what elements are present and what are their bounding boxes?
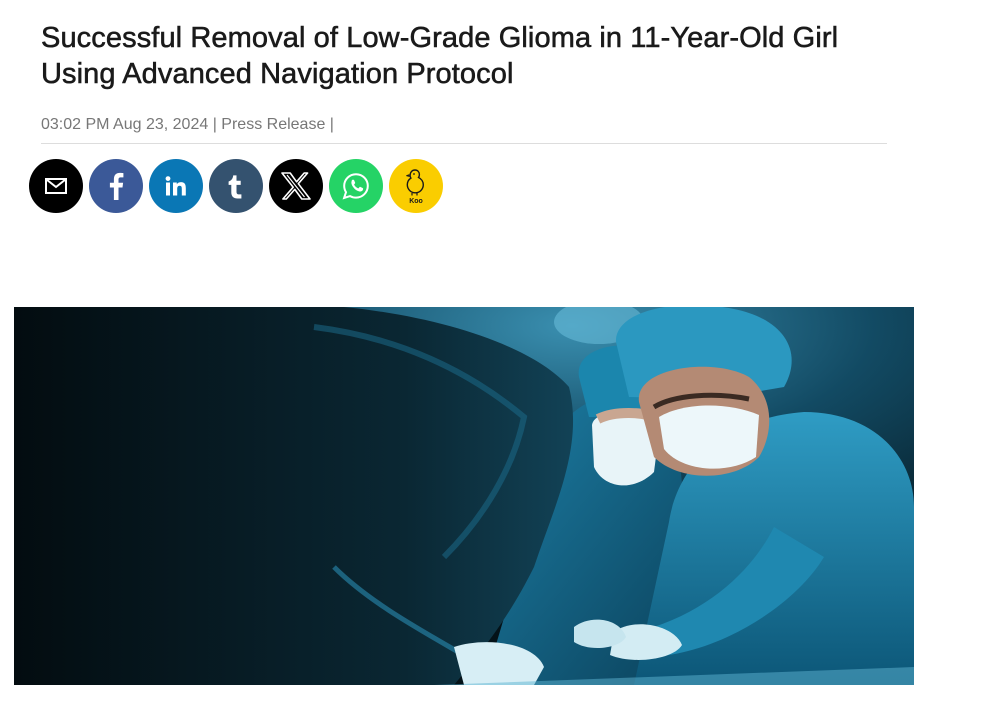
koo-icon: Koo <box>406 169 425 205</box>
x-icon <box>281 172 311 200</box>
article-headline: Successful Removal of Low-Grade Glioma i… <box>41 20 887 92</box>
share-linkedin-button[interactable] <box>149 159 203 213</box>
meta-separator: | <box>208 116 222 133</box>
koo-label: Koo <box>409 198 423 205</box>
category-label: Press Release <box>221 116 326 133</box>
meta-separator-end: | <box>325 116 334 133</box>
linkedin-icon <box>165 176 186 196</box>
share-whatsapp-button[interactable] <box>329 159 383 213</box>
article-meta: 03:02 PM Aug 23, 2024 | Press Release | <box>41 115 887 144</box>
article-header: Successful Removal of Low-Grade Glioma i… <box>41 20 887 92</box>
whatsapp-icon <box>342 173 369 200</box>
surgeons-photo <box>14 307 914 685</box>
mail-icon <box>45 178 67 194</box>
publish-time: 03:02 PM Aug 23, 2024 <box>41 116 209 133</box>
share-koo-button[interactable]: Koo <box>389 159 443 213</box>
headline-line-1: Successful Removal of Low-Grade Glioma i… <box>41 22 839 55</box>
share-tumblr-button[interactable] <box>209 159 263 213</box>
headline-line-2: Using Advanced Navigation Protocol <box>41 58 514 91</box>
share-bar: Koo <box>29 159 443 213</box>
hero-image <box>14 307 914 685</box>
share-x-button[interactable] <box>269 159 323 213</box>
share-email-button[interactable] <box>29 159 83 213</box>
tumblr-icon <box>228 175 242 199</box>
share-facebook-button[interactable] <box>89 159 143 213</box>
facebook-icon <box>109 172 124 200</box>
